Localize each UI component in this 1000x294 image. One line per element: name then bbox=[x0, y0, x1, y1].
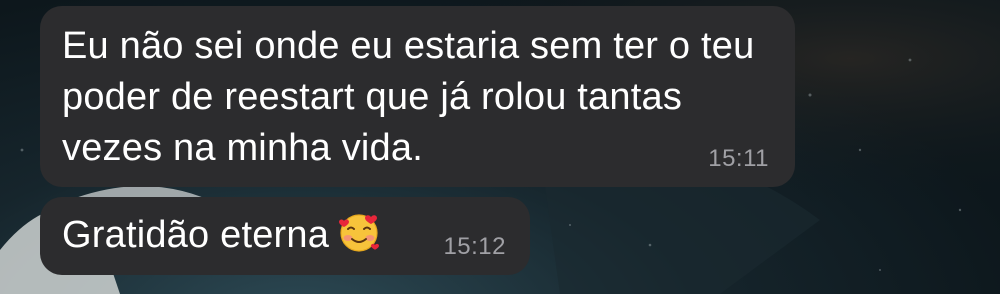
smiling-face-with-hearts-icon bbox=[337, 209, 383, 267]
message-bubble[interactable]: Gratidão eterna 15:12 bbox=[40, 197, 530, 275]
message-text-line: Gratidão eterna bbox=[62, 209, 383, 267]
message-text: Gratidão eterna bbox=[62, 214, 330, 256]
message-bubble[interactable]: Eu não sei onde eu estaria sem ter o teu… bbox=[40, 6, 795, 187]
message-text: Eu não sei onde eu estaria sem ter o teu… bbox=[62, 25, 755, 169]
message-timestamp: 15:12 bbox=[443, 233, 506, 260]
message-timestamp: 15:11 bbox=[708, 145, 769, 172]
